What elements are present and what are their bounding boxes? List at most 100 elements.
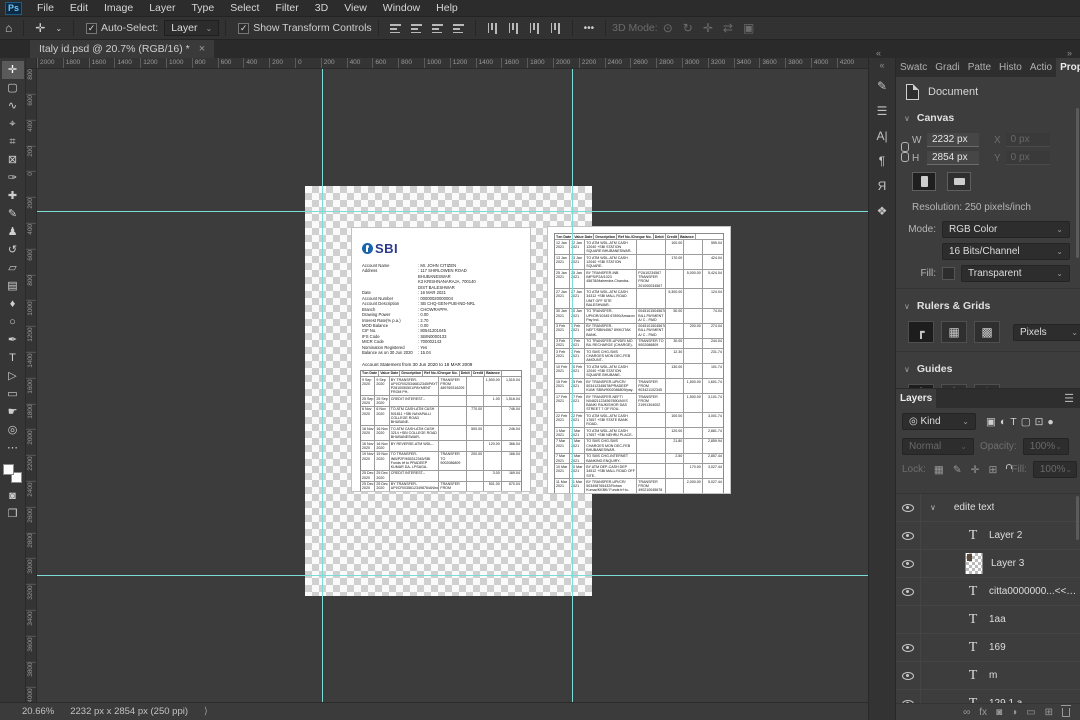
layers-footer-icon[interactable]: ∞ (963, 707, 970, 718)
menu-item[interactable]: 3D (307, 0, 336, 16)
layers-footer-icon[interactable]: fx (979, 707, 987, 718)
layer-filter-icon[interactable]: ◐ (998, 416, 1008, 428)
bit-depth-dropdown[interactable]: 16 Bits/Channel⌄ (942, 243, 1070, 260)
tool-button[interactable]: ↺ (2, 241, 24, 259)
status-options-icon[interactable]: ⟩ (204, 706, 208, 717)
visibility-toggle[interactable] (896, 662, 921, 689)
landscape-orientation-button[interactable] (947, 172, 971, 191)
toggle-button[interactable]: ▦ (941, 321, 967, 343)
link-dimensions-icon[interactable] (901, 142, 908, 162)
vertical-ruler[interactable]: 8006004002000200400600800100012001400160… (26, 69, 37, 702)
properties-scrollbar[interactable] (1076, 108, 1079, 258)
rulers-grids-section-header[interactable]: ∨ Rulers & Grids (896, 295, 1080, 317)
panel-icon[interactable]: ✎ (870, 75, 894, 97)
layer-filter-icon[interactable]: T (1008, 416, 1018, 428)
panel-icon[interactable]: Я (870, 175, 894, 197)
horizontal-guide[interactable] (37, 211, 868, 212)
lock-icon[interactable]: ✎ (951, 464, 964, 476)
ruler-units-dropdown[interactable]: Pixels⌄ (1013, 324, 1080, 341)
layers-footer-icon[interactable]: ▭ (1026, 707, 1035, 718)
panel-icon[interactable]: ☰ (870, 100, 894, 122)
portrait-orientation-button[interactable] (912, 172, 936, 191)
panel-tab[interactable]: Gradi (931, 58, 963, 77)
panel-menu-icon[interactable]: ☰ (1058, 392, 1080, 405)
close-tab-icon[interactable]: × (199, 43, 205, 55)
expand-dock-icon[interactable]: » (1067, 48, 1072, 58)
visibility-toggle[interactable] (896, 550, 921, 577)
menu-item[interactable]: Window (375, 0, 428, 16)
lock-icon[interactable]: ✛ (969, 464, 982, 476)
layer-row[interactable]: 169 (896, 634, 1080, 662)
panel-tab[interactable]: Histo (995, 58, 1026, 77)
visibility-toggle[interactable] (896, 634, 921, 661)
tool-button[interactable]: ⊠ (2, 151, 24, 169)
disclosure-icon[interactable]: ∨ (930, 503, 936, 512)
guides-section-header[interactable]: ∨ Guides (896, 358, 1080, 380)
lock-icon[interactable]: ⊞ (986, 464, 999, 476)
toggle-button[interactable]: ▩ (974, 321, 1000, 343)
canvas-section-header[interactable]: ∨ Canvas (896, 107, 1080, 129)
document-tab[interactable]: Italy id.psd @ 20.7% (RGB/16) * × (30, 40, 214, 58)
layer-row[interactable]: Layer 3 (896, 550, 1080, 578)
visibility-toggle[interactable] (896, 494, 921, 521)
layer-row[interactable]: 129 1 a (896, 690, 1080, 703)
align-horizontal-centers-icon[interactable] (411, 24, 422, 33)
fill-dropdown[interactable]: Transparent⌄ (961, 265, 1070, 282)
align-vertical-centers-icon[interactable] (530, 23, 539, 34)
tool-button[interactable]: ✑ (2, 169, 24, 187)
tool-button[interactable]: ✛ (2, 61, 24, 79)
home-icon[interactable]: ⌂ (0, 21, 17, 35)
layer-filter-icon[interactable]: ▣ (984, 416, 998, 428)
tool-button[interactable]: ▷ (2, 367, 24, 385)
menu-item[interactable]: Layer (141, 0, 183, 16)
vertical-guide[interactable] (572, 69, 573, 702)
panel-tab[interactable]: Actio (1026, 58, 1056, 77)
tool-button[interactable]: ▢ (2, 79, 24, 97)
tool-button[interactable]: ☛ (2, 403, 24, 421)
tool-button[interactable]: ✒ (2, 331, 24, 349)
tool-button[interactable]: ♟ (2, 223, 24, 241)
layer-filter-icon[interactable]: ▢ (1019, 416, 1033, 428)
panel-icon[interactable]: ❖ (870, 200, 894, 222)
expand-panels-icon[interactable]: « (879, 58, 884, 72)
visibility-toggle[interactable] (896, 606, 921, 633)
tool-button[interactable]: ▤ (2, 277, 24, 295)
align-right-edges-icon[interactable] (432, 24, 443, 33)
auto-select-dropdown[interactable]: Layer ⌄ (164, 20, 219, 36)
tool-button[interactable]: ◎ (2, 421, 24, 439)
layers-scrollbar[interactable] (1076, 496, 1079, 540)
panel-tab[interactable]: Patte (964, 58, 995, 77)
layer-filter-icon[interactable]: ● (1045, 416, 1055, 428)
menu-item[interactable]: Select (222, 0, 267, 16)
layer-filter-dropdown[interactable]: ◎ Kind ⌄ (902, 413, 976, 430)
layers-footer-icon[interactable]: ◙ (996, 707, 1002, 718)
canvas-viewport[interactable]: SBI Account Name : Mr. JOHN CITIZEN Addr… (37, 69, 868, 702)
tool-button[interactable]: ⌖ (2, 115, 24, 133)
tool-button[interactable]: ▱ (2, 259, 24, 277)
layer-row[interactable]: citta0000000...<<<<<<<<0 d (896, 578, 1080, 606)
align-top-edges-icon[interactable] (453, 24, 464, 33)
move-tool-icon[interactable]: ✛ (30, 21, 50, 35)
auto-select-checkbox[interactable]: ✓ (86, 23, 97, 34)
horizontal-guide[interactable] (37, 575, 868, 576)
visibility-toggle[interactable] (896, 522, 921, 549)
distribute-vertical-icon[interactable] (488, 23, 497, 34)
align-left-edges-icon[interactable] (390, 24, 401, 33)
layer-row[interactable]: ∨ edite text (896, 494, 1080, 522)
layer-row[interactable]: 1aa (896, 606, 1080, 634)
menu-item[interactable]: Type (183, 0, 222, 16)
panel-tab[interactable]: Swatc (896, 58, 931, 77)
height-field[interactable]: 2854 px (927, 151, 979, 165)
tool-button[interactable]: T (2, 349, 24, 367)
tool-button[interactable]: ✎ (2, 205, 24, 223)
tool-button[interactable]: ✚ (2, 187, 24, 205)
panel-tab[interactable]: Properties (1056, 58, 1080, 77)
lock-icon[interactable]: ▦ (932, 464, 946, 476)
collapse-dock-icon[interactable]: « (876, 48, 881, 58)
menu-item[interactable]: Filter (267, 0, 306, 16)
layer-row[interactable]: m (896, 662, 1080, 690)
show-transform-checkbox[interactable]: ✓ (238, 23, 249, 34)
quick-mask-button[interactable]: ◙ (2, 487, 24, 505)
zoom-level[interactable]: 20.66% (22, 706, 54, 717)
color-mode-dropdown[interactable]: RGB Color⌄ (942, 221, 1070, 238)
